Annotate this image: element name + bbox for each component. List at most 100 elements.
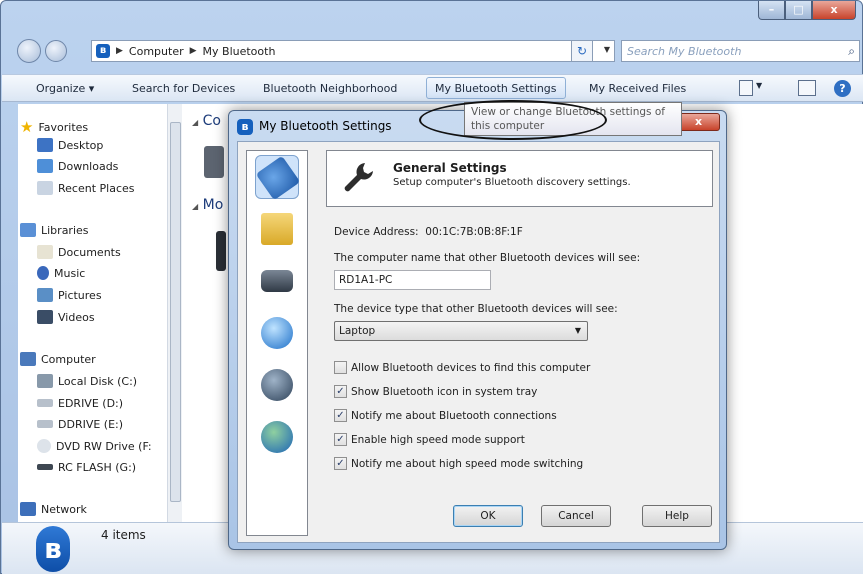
nav-edrive-d[interactable]: EDRIVE (D:) — [37, 394, 123, 412]
maximize-button[interactable]: □ — [785, 1, 812, 20]
bluetooth-icon: ʙ — [96, 44, 110, 58]
checkmark-icon[interactable]: ✓ — [334, 409, 347, 422]
nav-pictures[interactable]: Pictures — [37, 286, 102, 304]
dialog-title: My Bluetooth Settings — [259, 119, 392, 133]
search-input[interactable]: Search My Bluetooth ⌕ — [621, 40, 860, 62]
recent-places-icon — [37, 181, 53, 195]
nav-dvd-rw-drive-f[interactable]: DVD RW Drive (F: — [37, 437, 152, 455]
notify-connections-checkbox[interactable]: ✓ Notify me about Bluetooth connections — [334, 408, 557, 423]
organize-menu[interactable]: Organize ▾ — [36, 82, 94, 95]
computer-name-field[interactable]: RD1A1-PC — [334, 270, 491, 290]
back-button[interactable] — [17, 39, 41, 63]
nav-recent-places[interactable]: Recent Places — [37, 179, 135, 197]
device-type-select[interactable]: Laptop ▼ — [334, 321, 588, 341]
ok-button[interactable]: OK — [453, 505, 523, 527]
group-header-2[interactable]: ◢ Mo — [192, 197, 223, 213]
minimize-button[interactable]: – — [758, 1, 785, 20]
refresh-icon[interactable]: ↻ — [571, 40, 593, 62]
device-address-label: Device Address: — [334, 226, 419, 238]
address-bar[interactable]: ʙ ▶ Computer ▶ My Bluetooth ▼ — [91, 40, 615, 62]
bluetooth-neighborhood-button[interactable]: Bluetooth Neighborhood — [263, 82, 397, 95]
highlight-ellipse — [419, 100, 607, 140]
nav-rc-flash-g[interactable]: RC FLASH (G:) — [37, 458, 136, 476]
checkbox-box[interactable] — [334, 361, 347, 374]
bluetooth-icon: ʙ — [237, 119, 253, 135]
device-icon[interactable] — [216, 231, 226, 271]
search-for-devices-button[interactable]: Search for Devices — [132, 82, 235, 95]
music-icon — [37, 266, 49, 280]
cancel-button[interactable]: Cancel — [541, 505, 611, 527]
globe-icon — [261, 317, 293, 349]
breadcrumb-my-bluetooth[interactable]: My Bluetooth — [203, 45, 276, 58]
group-header-1[interactable]: ◢ Co — [192, 113, 221, 129]
nav-documents[interactable]: Documents — [37, 243, 121, 261]
settings-category-rail — [246, 150, 308, 536]
device-icon[interactable] — [204, 146, 224, 178]
computer-icon — [20, 352, 36, 366]
speaker-icon — [261, 369, 293, 401]
drive-icon — [37, 399, 53, 407]
wrench-icon — [255, 155, 301, 201]
folder-icon — [261, 213, 293, 245]
bluetooth-settings-dialog: ʙ My Bluetooth Settings x General Settin… — [228, 110, 727, 550]
network-icon — [20, 502, 36, 516]
nav-music[interactable]: Music — [37, 264, 85, 282]
settings-subtitle: Setup computer's Bluetooth discovery set… — [393, 177, 631, 188]
forward-button[interactable] — [45, 40, 67, 62]
internet-tab[interactable] — [255, 415, 299, 459]
star-icon: ★ — [20, 118, 34, 136]
settings-title: General Settings — [393, 161, 507, 175]
chevron-down-icon[interactable]: ▼ — [604, 45, 610, 54]
nav-local-disk-c[interactable]: Local Disk (C:) — [37, 372, 137, 390]
checkmark-icon[interactable]: ✓ — [334, 385, 347, 398]
checkmark-icon[interactable]: ✓ — [334, 457, 347, 470]
allow-discovery-checkbox[interactable]: Allow Bluetooth devices to find this com… — [334, 360, 590, 375]
desktop-icon — [37, 138, 53, 152]
pictures-icon — [37, 288, 53, 302]
my-received-files-button[interactable]: My Received Files — [589, 82, 686, 95]
my-bluetooth-settings-button[interactable]: My Bluetooth Settings — [426, 77, 566, 99]
breadcrumb-computer[interactable]: Computer — [129, 45, 184, 58]
nav-computer[interactable]: Computer — [20, 350, 96, 368]
nav-downloads[interactable]: Downloads — [37, 157, 118, 175]
close-button[interactable]: x — [812, 1, 856, 20]
file-transfer-tab[interactable] — [255, 207, 299, 251]
help-icon[interactable]: ? — [834, 80, 851, 97]
show-tray-icon-checkbox[interactable]: ✓ Show Bluetooth icon in system tray — [334, 384, 537, 399]
nav-desktop[interactable]: Desktop — [37, 136, 103, 154]
checkmark-icon[interactable]: ✓ — [334, 433, 347, 446]
network-access-tab[interactable] — [255, 311, 299, 355]
nav-favorites[interactable]: ★ Favorites — [20, 118, 88, 136]
nav-libraries[interactable]: Libraries — [20, 221, 89, 239]
documents-icon — [37, 245, 53, 259]
hard-disk-icon — [37, 374, 53, 388]
drive-icon — [37, 420, 53, 428]
serial-port-tab[interactable] — [255, 259, 299, 303]
computer-name-label: The computer name that other Bluetooth d… — [334, 252, 641, 264]
help-button[interactable]: Help — [642, 505, 712, 527]
notify-high-speed-checkbox[interactable]: ✓ Notify me about high speed mode switch… — [334, 456, 583, 471]
search-icon[interactable]: ⌕ — [848, 44, 855, 59]
item-count: 4 items — [101, 528, 146, 542]
libraries-icon — [20, 223, 36, 237]
dvd-drive-icon — [37, 439, 51, 453]
downloads-icon — [37, 159, 53, 173]
nav-scrollbar[interactable] — [167, 104, 182, 522]
dialog-close-button[interactable]: x — [677, 113, 720, 131]
nav-network[interactable]: Network — [20, 500, 87, 518]
general-settings-tab[interactable] — [255, 155, 301, 201]
chevron-right-icon: ▶ — [189, 46, 197, 56]
audio-tab[interactable] — [255, 363, 299, 407]
bluetooth-icon: ʙ — [36, 526, 70, 572]
scrollbar-thumb[interactable] — [170, 122, 181, 502]
nav-videos[interactable]: Videos — [37, 308, 95, 326]
serial-port-icon — [261, 270, 293, 292]
view-options-icon[interactable] — [739, 80, 753, 96]
title-bar[interactable]: – □ x — [1, 1, 862, 31]
high-speed-mode-checkbox[interactable]: ✓ Enable high speed mode support — [334, 432, 525, 447]
nav-ddrive-e[interactable]: DDRIVE (E:) — [37, 415, 123, 433]
device-address-row: Device Address: 00:1C:7B:0B:8F:1F — [334, 226, 523, 238]
chevron-down-icon: ▼ — [574, 326, 581, 335]
chevron-down-icon[interactable]: ▼ — [756, 81, 762, 90]
preview-pane-icon[interactable] — [798, 80, 816, 96]
